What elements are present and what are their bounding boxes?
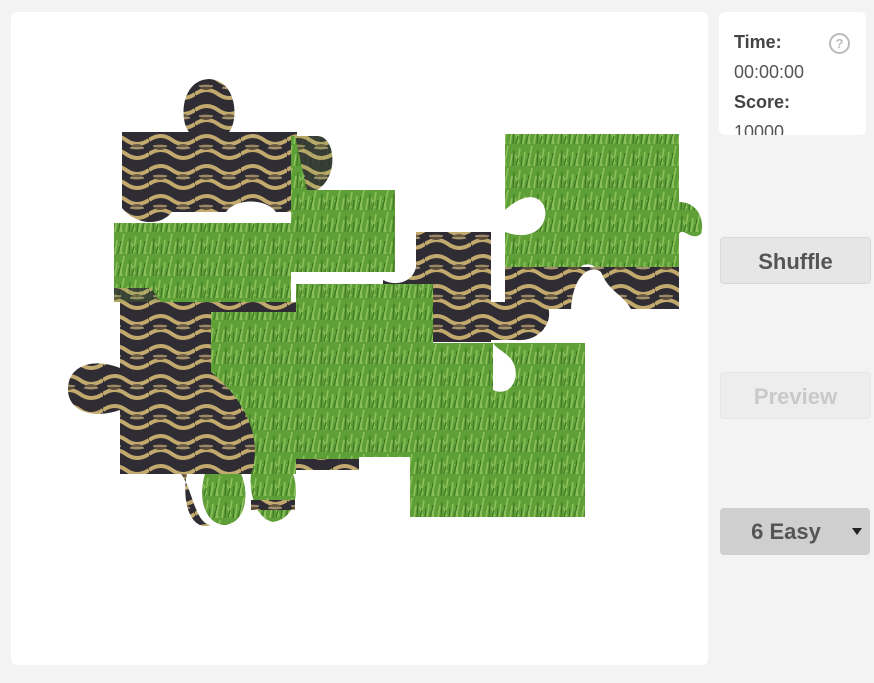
stats-panel: Time: 00:00:00 Score: 10000 ?	[719, 12, 866, 135]
puzzle-canvas[interactable]	[11, 12, 708, 665]
puzzle-board[interactable]	[11, 12, 708, 665]
difficulty-selected-value: 6 Easy	[751, 519, 821, 544]
puzzle-piece[interactable]	[505, 134, 703, 309]
time-value: 00:00:00	[734, 62, 805, 82]
score-label: Score:	[734, 92, 791, 112]
shuffle-button[interactable]: Shuffle	[720, 237, 871, 284]
puzzle-piece[interactable]	[291, 136, 395, 272]
caret-down-icon	[852, 528, 862, 535]
time-label: Time:	[734, 32, 782, 52]
puzzle-piece[interactable]	[114, 223, 291, 302]
help-icon[interactable]: ?	[829, 33, 850, 54]
puzzle-piece[interactable]	[122, 79, 297, 223]
puzzle-piece[interactable]	[67, 302, 296, 527]
score-value: 10000	[734, 122, 785, 135]
preview-button[interactable]: Preview	[720, 372, 871, 419]
difficulty-select[interactable]: 6 Easy	[720, 508, 870, 555]
